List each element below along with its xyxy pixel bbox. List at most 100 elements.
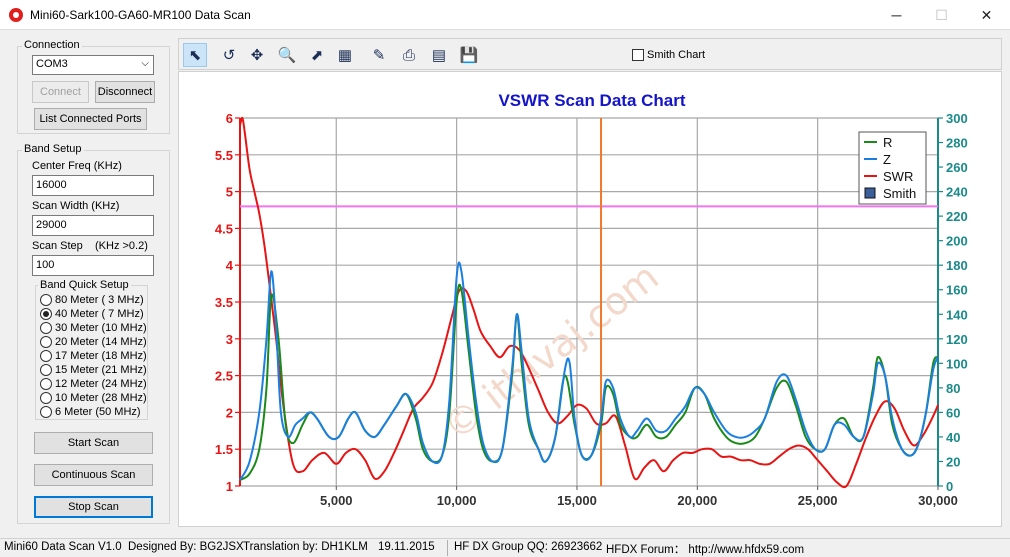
app-icon <box>9 8 23 22</box>
right-tick-label: 280 <box>946 136 968 151</box>
export-image-icon[interactable]: ⬈ <box>305 43 329 67</box>
window-title: Mini60-Sark100-GA60-MR100 Data Scan <box>30 8 251 22</box>
chart-title: VSWR Scan Data Chart <box>498 91 685 110</box>
legend-label: Z <box>883 152 891 167</box>
left-tick-label: 5 <box>226 185 233 200</box>
radio-button[interactable] <box>40 378 52 390</box>
status-forum: HFDX Forum： http://www.hfdx59.com <box>606 544 805 556</box>
save-icon[interactable]: 💾 <box>457 43 481 67</box>
center-freq-label: Center Freq (KHz) <box>32 160 122 172</box>
radio-button[interactable] <box>40 294 52 306</box>
right-tick-label: 220 <box>946 209 968 224</box>
band-radio-3[interactable]: 20 Meter (14 MHz) <box>40 335 147 349</box>
scan-width-label: Scan Width (KHz) <box>32 200 120 212</box>
legend-label: Smith <box>883 186 916 201</box>
right-tick-label: 140 <box>946 307 968 322</box>
right-tick-label: 80 <box>946 381 960 396</box>
left-tick-label: 4.5 <box>215 221 233 236</box>
band-radio-7[interactable]: 10 Meter (28 MHz) <box>40 391 147 405</box>
connect-button[interactable]: Connect <box>32 81 89 103</box>
chevron-down-icon: ⌵ <box>141 58 149 69</box>
right-tick-label: 160 <box>946 283 968 298</box>
left-tick-label: 1.5 <box>215 442 233 457</box>
right-tick-label: 40 <box>946 430 960 445</box>
disconnect-button[interactable]: Disconnect <box>95 81 155 103</box>
maximize-button[interactable]: ☐ <box>919 0 964 30</box>
reset-zoom-icon[interactable]: ↺ <box>217 43 241 67</box>
scan-step-hint: (KHz >0.2) <box>95 240 148 252</box>
band-quick-setup-label: Band Quick Setup <box>38 279 131 291</box>
band-radio-0[interactable]: 80 Meter ( 3 MHz) <box>40 293 144 307</box>
print-icon[interactable]: ⎙ <box>397 43 421 67</box>
close-button[interactable]: ✕ <box>964 0 1009 30</box>
radio-button[interactable] <box>40 336 52 348</box>
band-radio-label: 12 Meter (24 MHz) <box>55 378 147 390</box>
band-radio-label: 20 Meter (14 MHz) <box>55 336 147 348</box>
port-select[interactable]: COM3 ⌵ <box>32 55 154 75</box>
radio-button[interactable] <box>40 364 52 376</box>
right-tick-label: 180 <box>946 258 968 273</box>
minimize-button[interactable]: ─ <box>874 0 919 30</box>
band-radio-5[interactable]: 15 Meter (21 MHz) <box>40 363 147 377</box>
pointer-tool-icon[interactable]: ⬉ <box>183 43 207 67</box>
band-setup-group-label: Band Setup <box>22 143 84 155</box>
stop-scan-button[interactable]: Stop Scan <box>34 496 153 518</box>
chart-settings-icon[interactable]: ▦ <box>333 43 357 67</box>
properties-icon[interactable]: ✎ <box>367 43 391 67</box>
title-bar: Mini60-Sark100-GA60-MR100 Data Scan ─ ☐ … <box>0 0 1010 30</box>
x-tick-label: 20,000 <box>677 493 717 508</box>
band-radio-label: 6 Meter (50 MHz) <box>55 406 141 418</box>
pan-icon[interactable]: ✥ <box>245 43 269 67</box>
legend-label: R <box>883 135 892 150</box>
status-separator <box>447 540 448 556</box>
band-radio-8[interactable]: 6 Meter (50 MHz) <box>40 405 141 419</box>
scan-step-input[interactable]: 100 <box>32 255 154 276</box>
left-tick-label: 2.5 <box>215 369 233 384</box>
list-connected-ports-button[interactable]: List Connected Ports <box>34 108 147 130</box>
status-date: 19.11.2015 <box>378 541 435 553</box>
radio-button[interactable] <box>40 350 52 362</box>
radio-button[interactable] <box>40 406 52 418</box>
band-radio-label: 15 Meter (21 MHz) <box>55 364 147 376</box>
band-radio-label: 17 Meter (18 MHz) <box>55 350 147 362</box>
x-tick-label: 15,000 <box>557 493 597 508</box>
smith-chart-label: Smith Chart <box>647 49 706 61</box>
center-freq-input[interactable]: 16000 <box>32 175 154 196</box>
x-tick-label: 25,000 <box>798 493 838 508</box>
band-radio-1[interactable]: 40 Meter ( 7 MHz) <box>40 307 144 321</box>
scan-width-input[interactable]: 29000 <box>32 215 154 236</box>
right-tick-label: 260 <box>946 160 968 175</box>
right-tick-label: 300 <box>946 111 968 126</box>
radio-button[interactable] <box>40 322 52 334</box>
start-scan-button[interactable]: Start Scan <box>34 432 153 454</box>
left-tick-label: 4 <box>226 258 234 273</box>
x-tick-label: 30,000 <box>918 493 958 508</box>
right-tick-label: 0 <box>946 479 953 494</box>
smith-chart-checkbox[interactable]: Smith Chart <box>632 49 705 61</box>
connection-group-label: Connection <box>22 39 82 51</box>
vswr-chart[interactable]: © ithlvaj.com11.522.533.544.555.56020406… <box>179 72 1001 526</box>
x-tick-label: 5,000 <box>320 493 353 508</box>
band-radio-4[interactable]: 17 Meter (18 MHz) <box>40 349 147 363</box>
right-tick-label: 20 <box>946 454 960 469</box>
zoom-icon[interactable]: 🔍 <box>275 43 299 67</box>
left-tick-label: 3.5 <box>215 295 233 310</box>
radio-button[interactable] <box>40 308 52 320</box>
right-tick-label: 200 <box>946 234 968 249</box>
scan-step-label: Scan Step <box>32 240 83 252</box>
band-radio-label: 30 Meter (10 MHz) <box>55 322 147 334</box>
legend-swatch <box>864 187 876 199</box>
status-designed: Designed By: BG2JSX <box>128 541 244 553</box>
band-radio-6[interactable]: 12 Meter (24 MHz) <box>40 377 147 391</box>
right-tick-label: 60 <box>946 405 960 420</box>
left-tick-label: 1 <box>226 479 233 494</box>
left-tick-label: 5.5 <box>215 148 233 163</box>
print-preview-icon[interactable]: ▤ <box>427 43 451 67</box>
right-tick-label: 120 <box>946 332 968 347</box>
radio-button[interactable] <box>40 392 52 404</box>
continuous-scan-button[interactable]: Continuous Scan <box>34 464 153 486</box>
right-tick-label: 100 <box>946 356 968 371</box>
chart-area[interactable]: © ithlvaj.com 1 1.5 2 2.5 3 3.5 4 4.5 5 5.5 6 0 20 40 6… <box>178 71 1002 527</box>
smith-chart-checkbox-box[interactable] <box>632 49 644 61</box>
band-radio-2[interactable]: 30 Meter (10 MHz) <box>40 321 147 335</box>
